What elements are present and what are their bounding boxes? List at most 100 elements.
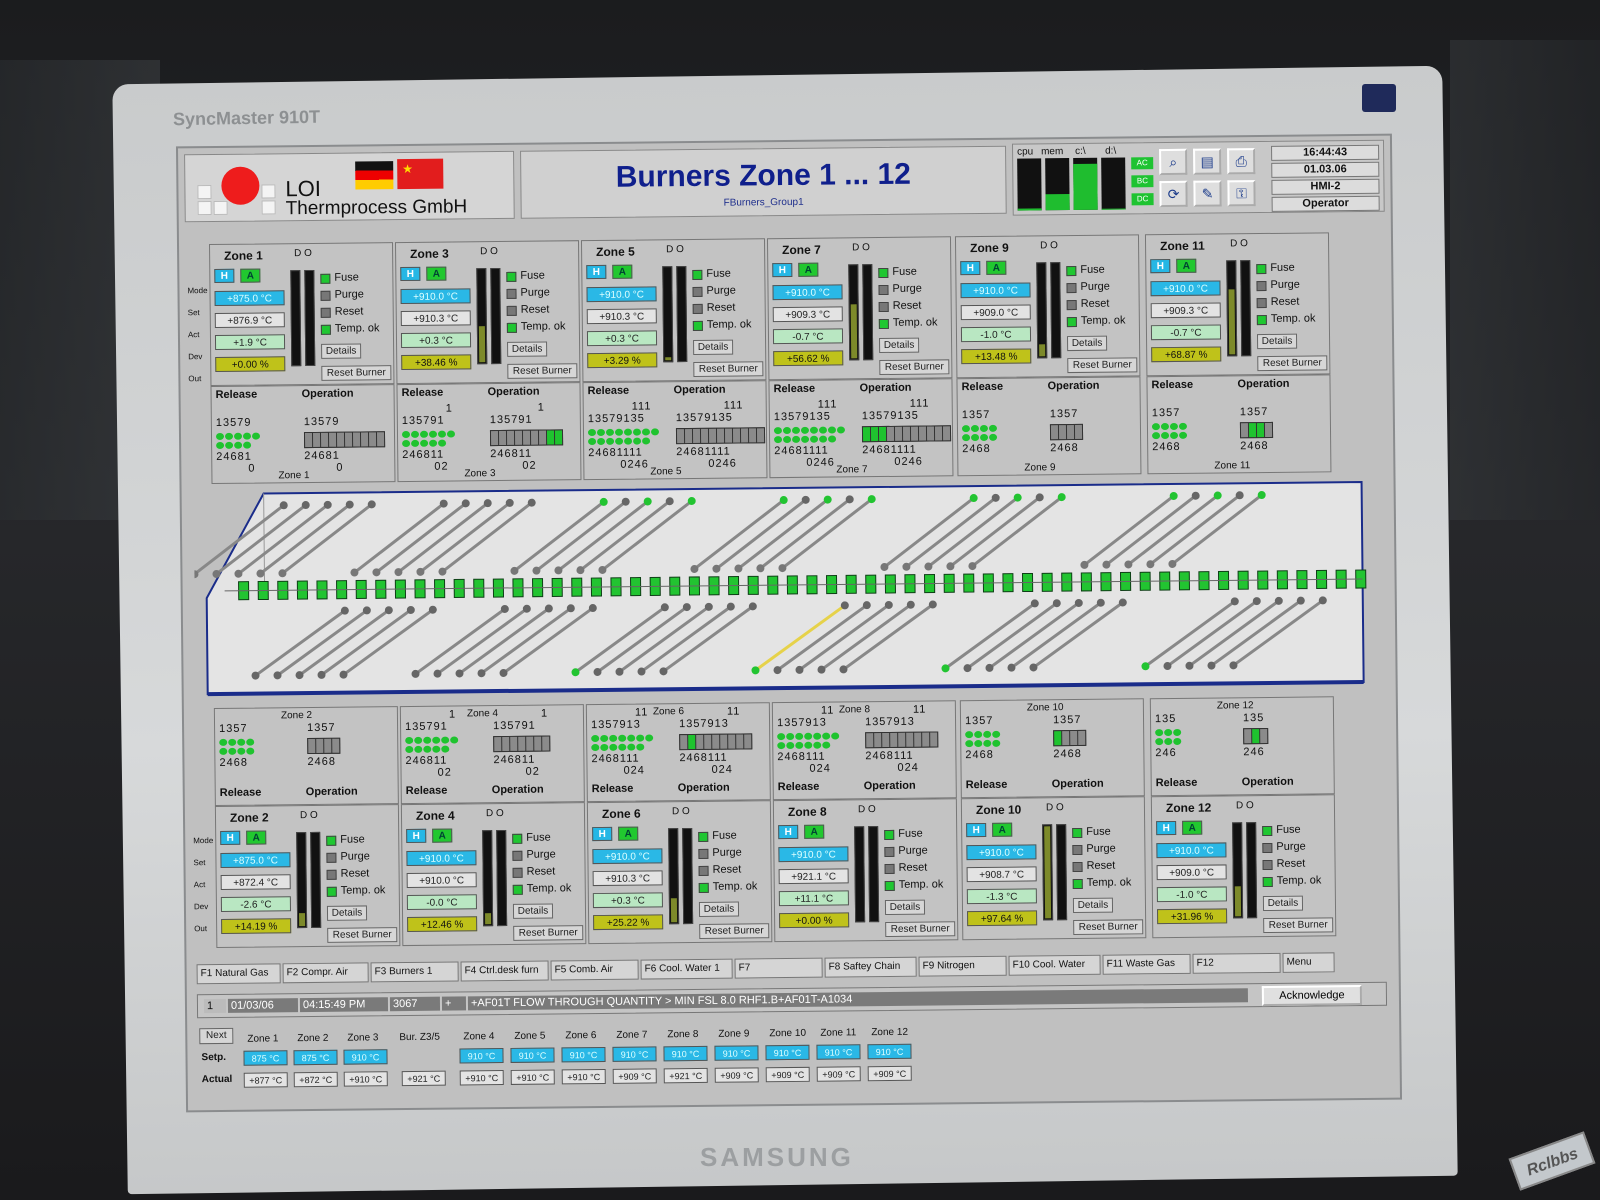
mode-a-button[interactable]: A bbox=[1176, 258, 1197, 273]
mode-a-button[interactable]: A bbox=[986, 260, 1007, 275]
details-button[interactable]: Details bbox=[507, 341, 548, 357]
fkey-3[interactable]: F3 Burners 1 bbox=[370, 961, 459, 983]
fkey-13[interactable]: Menu bbox=[1282, 952, 1335, 973]
summary-setpoint[interactable]: 875 °C bbox=[243, 1050, 288, 1066]
fkey-8[interactable]: F8 Saftey Chain bbox=[824, 956, 917, 978]
next-button[interactable]: Next bbox=[199, 1027, 234, 1045]
network-icon[interactable]: ⟳ bbox=[1159, 180, 1188, 208]
details-button[interactable]: Details bbox=[321, 343, 362, 359]
fkey-7[interactable]: F7 bbox=[734, 957, 823, 979]
summary-setpoint[interactable]: 910 °C bbox=[459, 1048, 504, 1064]
alarm-message[interactable]: +AF01T FLOW THROUGH QUANTITY > MIN FSL 8… bbox=[467, 988, 1248, 1011]
fkey-12[interactable]: F12 bbox=[1192, 952, 1281, 974]
setpoint-field[interactable]: +910.0 °C bbox=[1156, 842, 1227, 859]
mode-a-button[interactable]: A bbox=[612, 264, 633, 279]
reset-burner-button[interactable]: Reset Burner bbox=[699, 923, 770, 939]
summary-setpoint[interactable]: 910 °C bbox=[343, 1049, 388, 1065]
mode-a-button[interactable]: A bbox=[798, 262, 819, 277]
reset-burner-button[interactable]: Reset Burner bbox=[513, 925, 584, 941]
fkey-9[interactable]: F9 Nitrogen bbox=[918, 955, 1007, 977]
mode-a-button[interactable]: A bbox=[432, 828, 453, 843]
mode-h-button[interactable]: H bbox=[778, 824, 799, 840]
summary-setpoint[interactable]: 910 °C bbox=[510, 1047, 555, 1063]
summary-setpoint[interactable]: 910 °C bbox=[612, 1046, 657, 1062]
reset-burner-button[interactable]: Reset Burner bbox=[1263, 917, 1334, 934]
details-button[interactable]: Details bbox=[326, 905, 368, 921]
mode-a-button[interactable]: A bbox=[246, 830, 267, 845]
setpoint-field[interactable]: +910.0 °C bbox=[586, 286, 657, 303]
mode-h-button[interactable]: H bbox=[214, 268, 235, 283]
mode-a-button[interactable]: A bbox=[618, 826, 639, 841]
setpoint-field[interactable]: +910.0 °C bbox=[772, 284, 843, 301]
setpoint-field[interactable]: +910.0 °C bbox=[592, 848, 663, 865]
reset-burner-button[interactable]: Reset Burner bbox=[885, 921, 956, 938]
key-icon[interactable]: ⚿ bbox=[1227, 180, 1256, 207]
fkey-10[interactable]: F10 Cool. Water bbox=[1008, 954, 1101, 976]
summary-setpoint[interactable]: 875 °C bbox=[293, 1049, 338, 1066]
fkey-1[interactable]: F1 Natural Gas bbox=[196, 963, 281, 985]
mode-h-button[interactable]: H bbox=[966, 822, 987, 838]
zone-title: Zone 7 bbox=[782, 242, 821, 258]
fkey-5[interactable]: F5 Comb. Air bbox=[550, 959, 639, 981]
chinese-flag-icon[interactable]: ★ bbox=[397, 158, 444, 190]
mode-a-button[interactable]: A bbox=[804, 824, 825, 839]
acknowledge-button[interactable]: Acknowledge bbox=[1261, 985, 1363, 1007]
fkey-11[interactable]: F11 Waste Gas bbox=[1102, 953, 1191, 975]
display-icon[interactable]: ▤ bbox=[1193, 148, 1222, 175]
mode-h-button[interactable]: H bbox=[1156, 820, 1177, 836]
mode-h-button[interactable]: H bbox=[220, 830, 241, 845]
reset-burner-button[interactable]: Reset Burner bbox=[1257, 355, 1328, 372]
details-button[interactable]: Details bbox=[884, 899, 926, 916]
fkey-4[interactable]: F4 Ctrl.desk furn bbox=[460, 960, 549, 982]
user-login[interactable]: Operator bbox=[1271, 195, 1380, 212]
setpoint-field[interactable]: +910.0 °C bbox=[966, 844, 1037, 861]
setpoint-field[interactable]: +875.0 °C bbox=[214, 290, 285, 306]
setpoint-field[interactable]: +875.0 °C bbox=[220, 852, 291, 868]
details-button[interactable]: Details bbox=[1262, 895, 1304, 912]
setpoint-field[interactable]: +910.0 °C bbox=[400, 288, 471, 305]
summary-setpoint[interactable]: 910 °C bbox=[714, 1045, 759, 1061]
mode-a-button[interactable]: A bbox=[426, 266, 447, 281]
setpoint-field[interactable]: +910.0 °C bbox=[1150, 280, 1221, 297]
summary-setpoint[interactable]: 910 °C bbox=[816, 1044, 861, 1060]
reset-burner-button[interactable]: Reset Burner bbox=[507, 363, 578, 379]
mode-a-button[interactable]: A bbox=[240, 268, 261, 283]
details-button[interactable]: Details bbox=[693, 339, 734, 355]
mode-h-button[interactable]: H bbox=[592, 826, 613, 842]
details-button[interactable]: Details bbox=[1257, 333, 1298, 350]
mode-h-button[interactable]: H bbox=[586, 264, 607, 280]
summary-setpoint[interactable]: 910 °C bbox=[765, 1044, 810, 1061]
printer-icon[interactable]: ⎙ bbox=[1227, 148, 1256, 175]
german-flag-icon[interactable] bbox=[355, 161, 394, 190]
wrench-icon[interactable]: ✎ bbox=[1193, 180, 1222, 207]
mode-a-button[interactable]: A bbox=[1182, 820, 1203, 835]
fkey-2[interactable]: F2 Compr. Air bbox=[282, 962, 369, 984]
details-button[interactable]: Details bbox=[698, 901, 740, 917]
zone-caption: Zone 11 bbox=[1214, 460, 1251, 472]
setpoint-field[interactable]: +910.0 °C bbox=[406, 850, 477, 867]
drive-indicator: AC bbox=[1131, 157, 1154, 170]
reset-burner-button[interactable]: Reset Burner bbox=[693, 361, 764, 377]
mode-h-button[interactable]: H bbox=[406, 828, 427, 844]
mode-h-button[interactable]: H bbox=[772, 262, 793, 278]
search-icon[interactable]: ⌕ bbox=[1159, 148, 1188, 176]
fkey-6[interactable]: F6 Cool. Water 1 bbox=[640, 958, 733, 980]
mode-h-button[interactable]: H bbox=[960, 260, 981, 276]
mode-a-button[interactable]: A bbox=[992, 822, 1013, 837]
setpoint-field[interactable]: +910.0 °C bbox=[960, 282, 1031, 299]
mode-h-button[interactable]: H bbox=[400, 266, 421, 282]
details-button[interactable]: Details bbox=[879, 337, 920, 354]
reset-burner-button[interactable]: Reset Burner bbox=[1067, 357, 1138, 374]
setpoint-field[interactable]: +910.0 °C bbox=[778, 846, 849, 863]
reset-burner-button[interactable]: Reset Burner bbox=[321, 365, 392, 381]
summary-setpoint[interactable]: 910 °C bbox=[663, 1045, 708, 1062]
reset-burner-button[interactable]: Reset Burner bbox=[327, 927, 398, 943]
details-button[interactable]: Details bbox=[1067, 335, 1108, 352]
details-button[interactable]: Details bbox=[1072, 897, 1114, 914]
summary-setpoint[interactable]: 910 °C bbox=[867, 1043, 912, 1060]
reset-burner-button[interactable]: Reset Burner bbox=[1073, 919, 1144, 936]
mode-h-button[interactable]: H bbox=[1150, 258, 1171, 274]
details-button[interactable]: Details bbox=[512, 903, 554, 919]
reset-burner-button[interactable]: Reset Burner bbox=[879, 359, 950, 376]
summary-setpoint[interactable]: 910 °C bbox=[561, 1046, 606, 1063]
